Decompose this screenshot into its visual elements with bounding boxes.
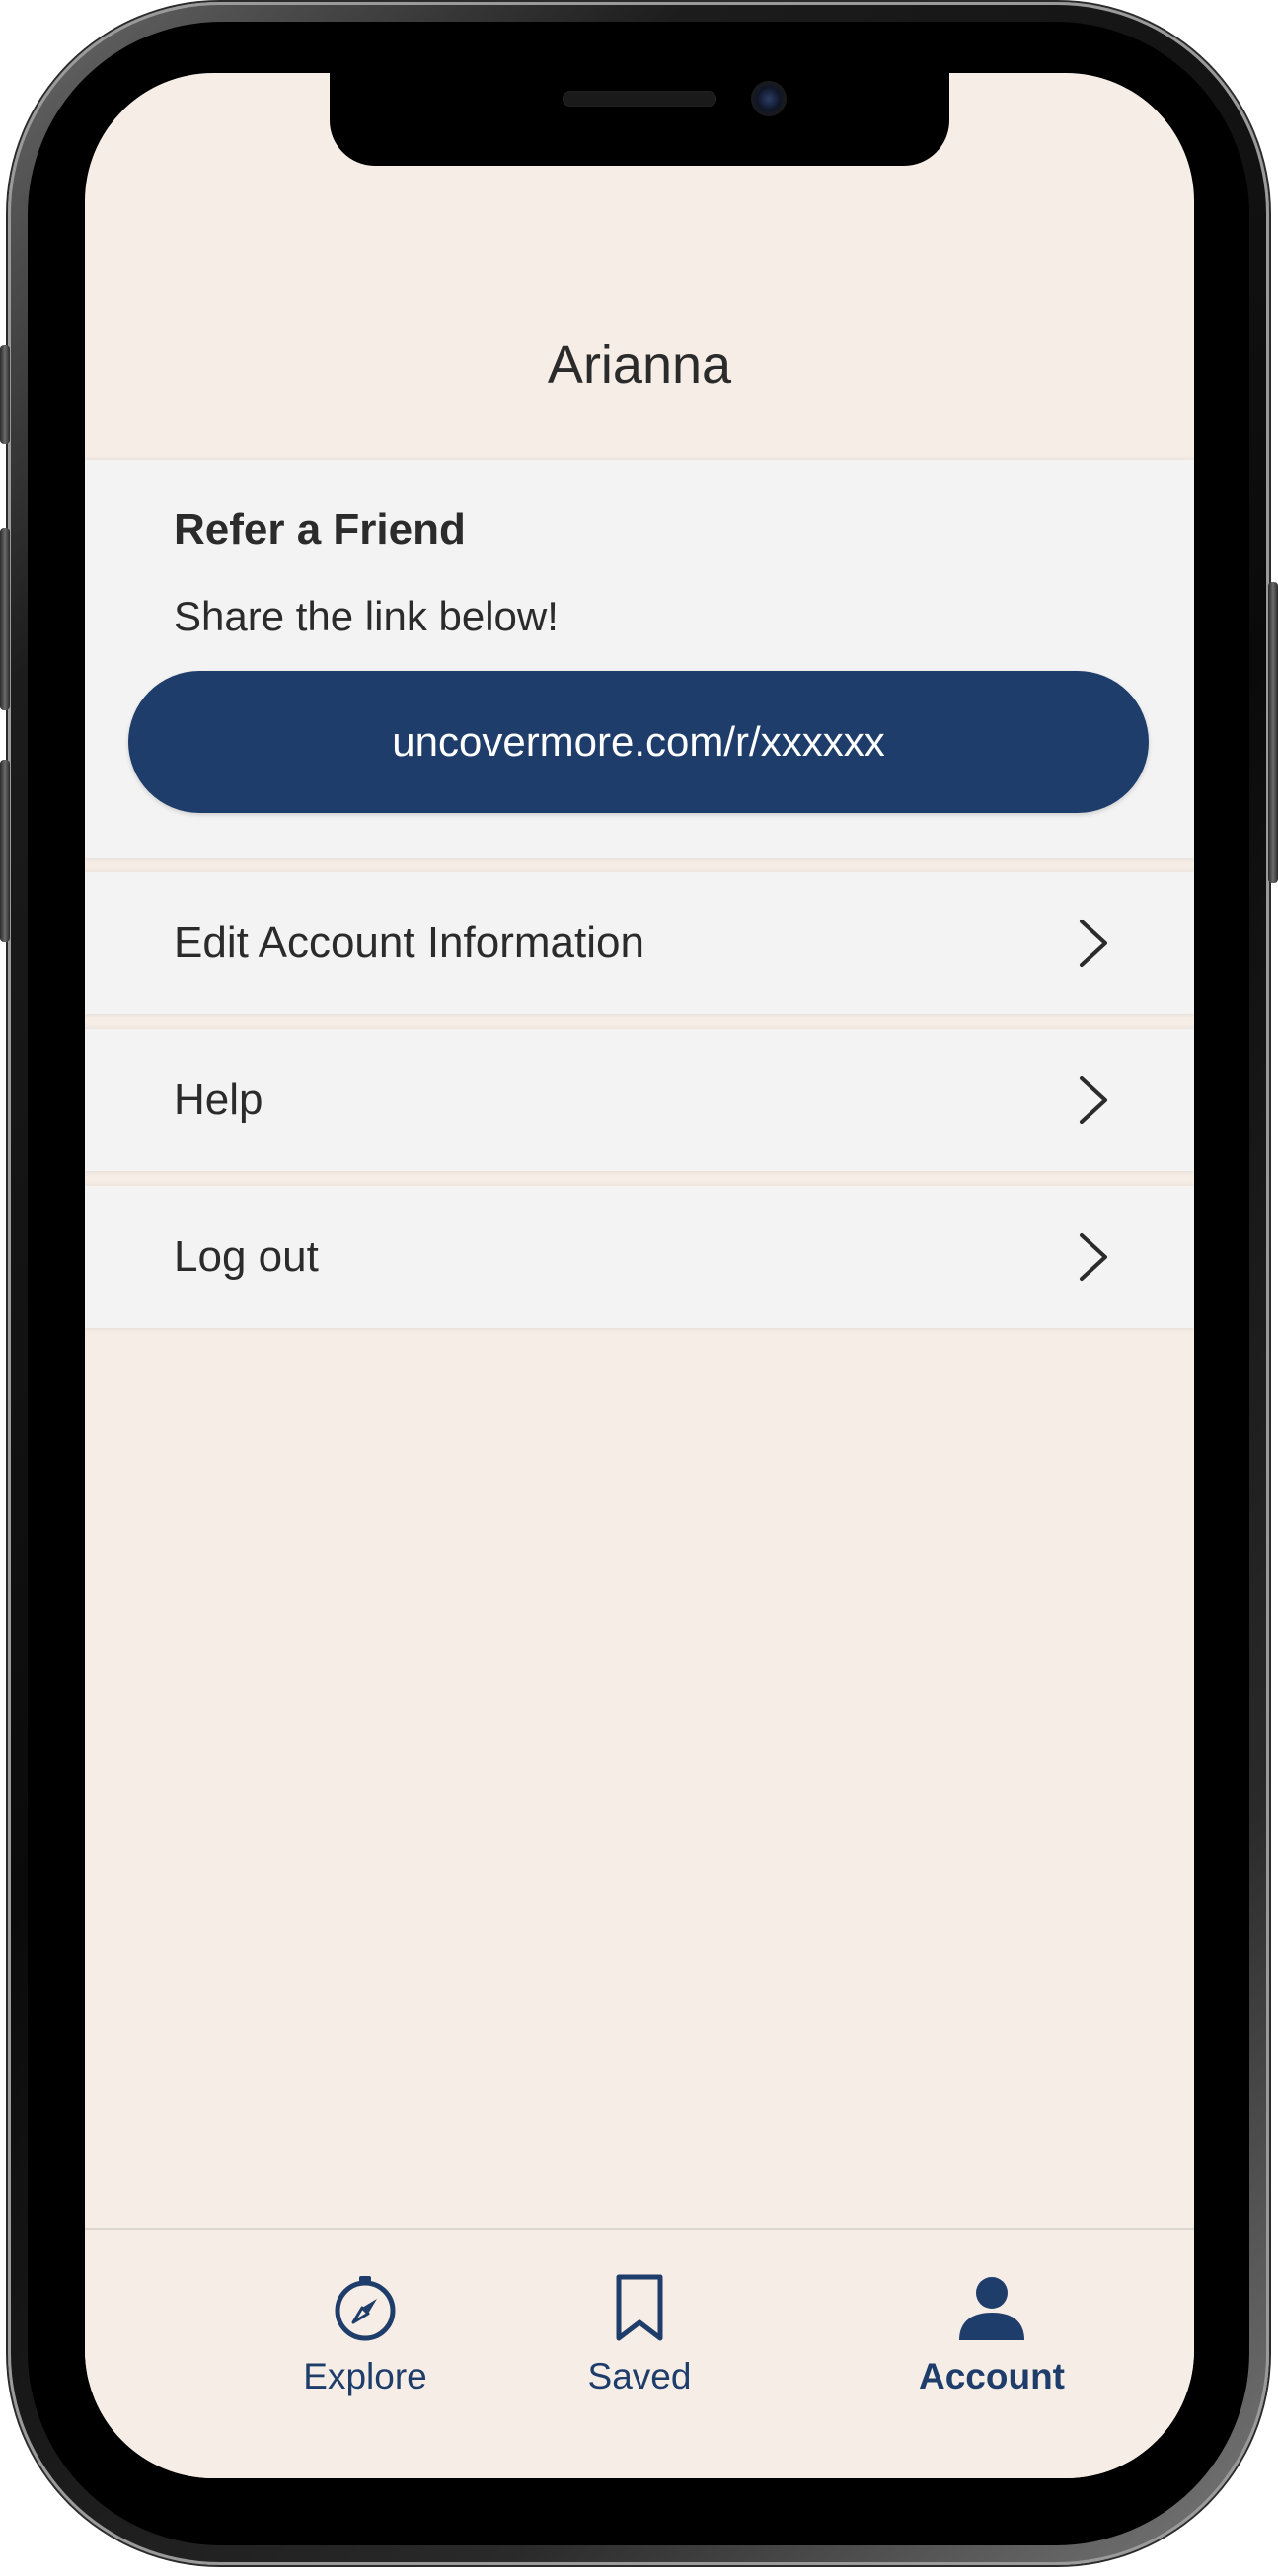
chevron-right-icon bbox=[1080, 920, 1107, 967]
nav-tab-label: Saved bbox=[587, 2356, 692, 2396]
menu-item-help[interactable]: Help bbox=[85, 1029, 1194, 1171]
volume-up-button bbox=[0, 528, 10, 710]
person-icon bbox=[959, 2277, 1024, 2340]
menu-item-label: Log out bbox=[174, 1232, 319, 1281]
speaker-grill bbox=[563, 91, 716, 107]
chevron-right-icon bbox=[1080, 1076, 1107, 1124]
nav-tab-label: Explore bbox=[303, 2356, 427, 2396]
menu-item-label: Help bbox=[174, 1075, 263, 1124]
nav-tab-saved[interactable]: Saved bbox=[511, 2273, 768, 2397]
menu-item-edit-account[interactable]: Edit Account Information bbox=[85, 872, 1194, 1014]
refer-friend-title: Refer a Friend bbox=[174, 505, 466, 553]
page-title: Arianna bbox=[547, 335, 732, 395]
refer-friend-subtitle: Share the link below! bbox=[174, 593, 559, 639]
screen: Arianna Refer a Friend Share the link be… bbox=[85, 73, 1194, 2478]
nav-tab-explore[interactable]: Explore bbox=[237, 2273, 493, 2397]
menu-item-log-out[interactable]: Log out bbox=[85, 1186, 1194, 1328]
power-button bbox=[1268, 582, 1278, 883]
volume-down-button bbox=[0, 760, 10, 942]
compass-icon bbox=[335, 2276, 396, 2341]
bottom-nav: Explore Saved Account bbox=[85, 2228, 1194, 2478]
nav-tab-account[interactable]: Account bbox=[864, 2273, 1120, 2397]
silent-switch bbox=[0, 345, 10, 444]
notch bbox=[330, 73, 949, 166]
nav-tab-label: Account bbox=[919, 2356, 1065, 2396]
front-camera bbox=[751, 81, 787, 116]
referral-link-button[interactable]: uncovermore.com/r/xxxxxx bbox=[128, 671, 1149, 813]
bookmark-icon bbox=[616, 2274, 663, 2341]
chevron-right-icon bbox=[1080, 1233, 1107, 1281]
menu-item-label: Edit Account Information bbox=[174, 919, 644, 967]
referral-link-text: uncovermore.com/r/xxxxxx bbox=[392, 718, 885, 765]
